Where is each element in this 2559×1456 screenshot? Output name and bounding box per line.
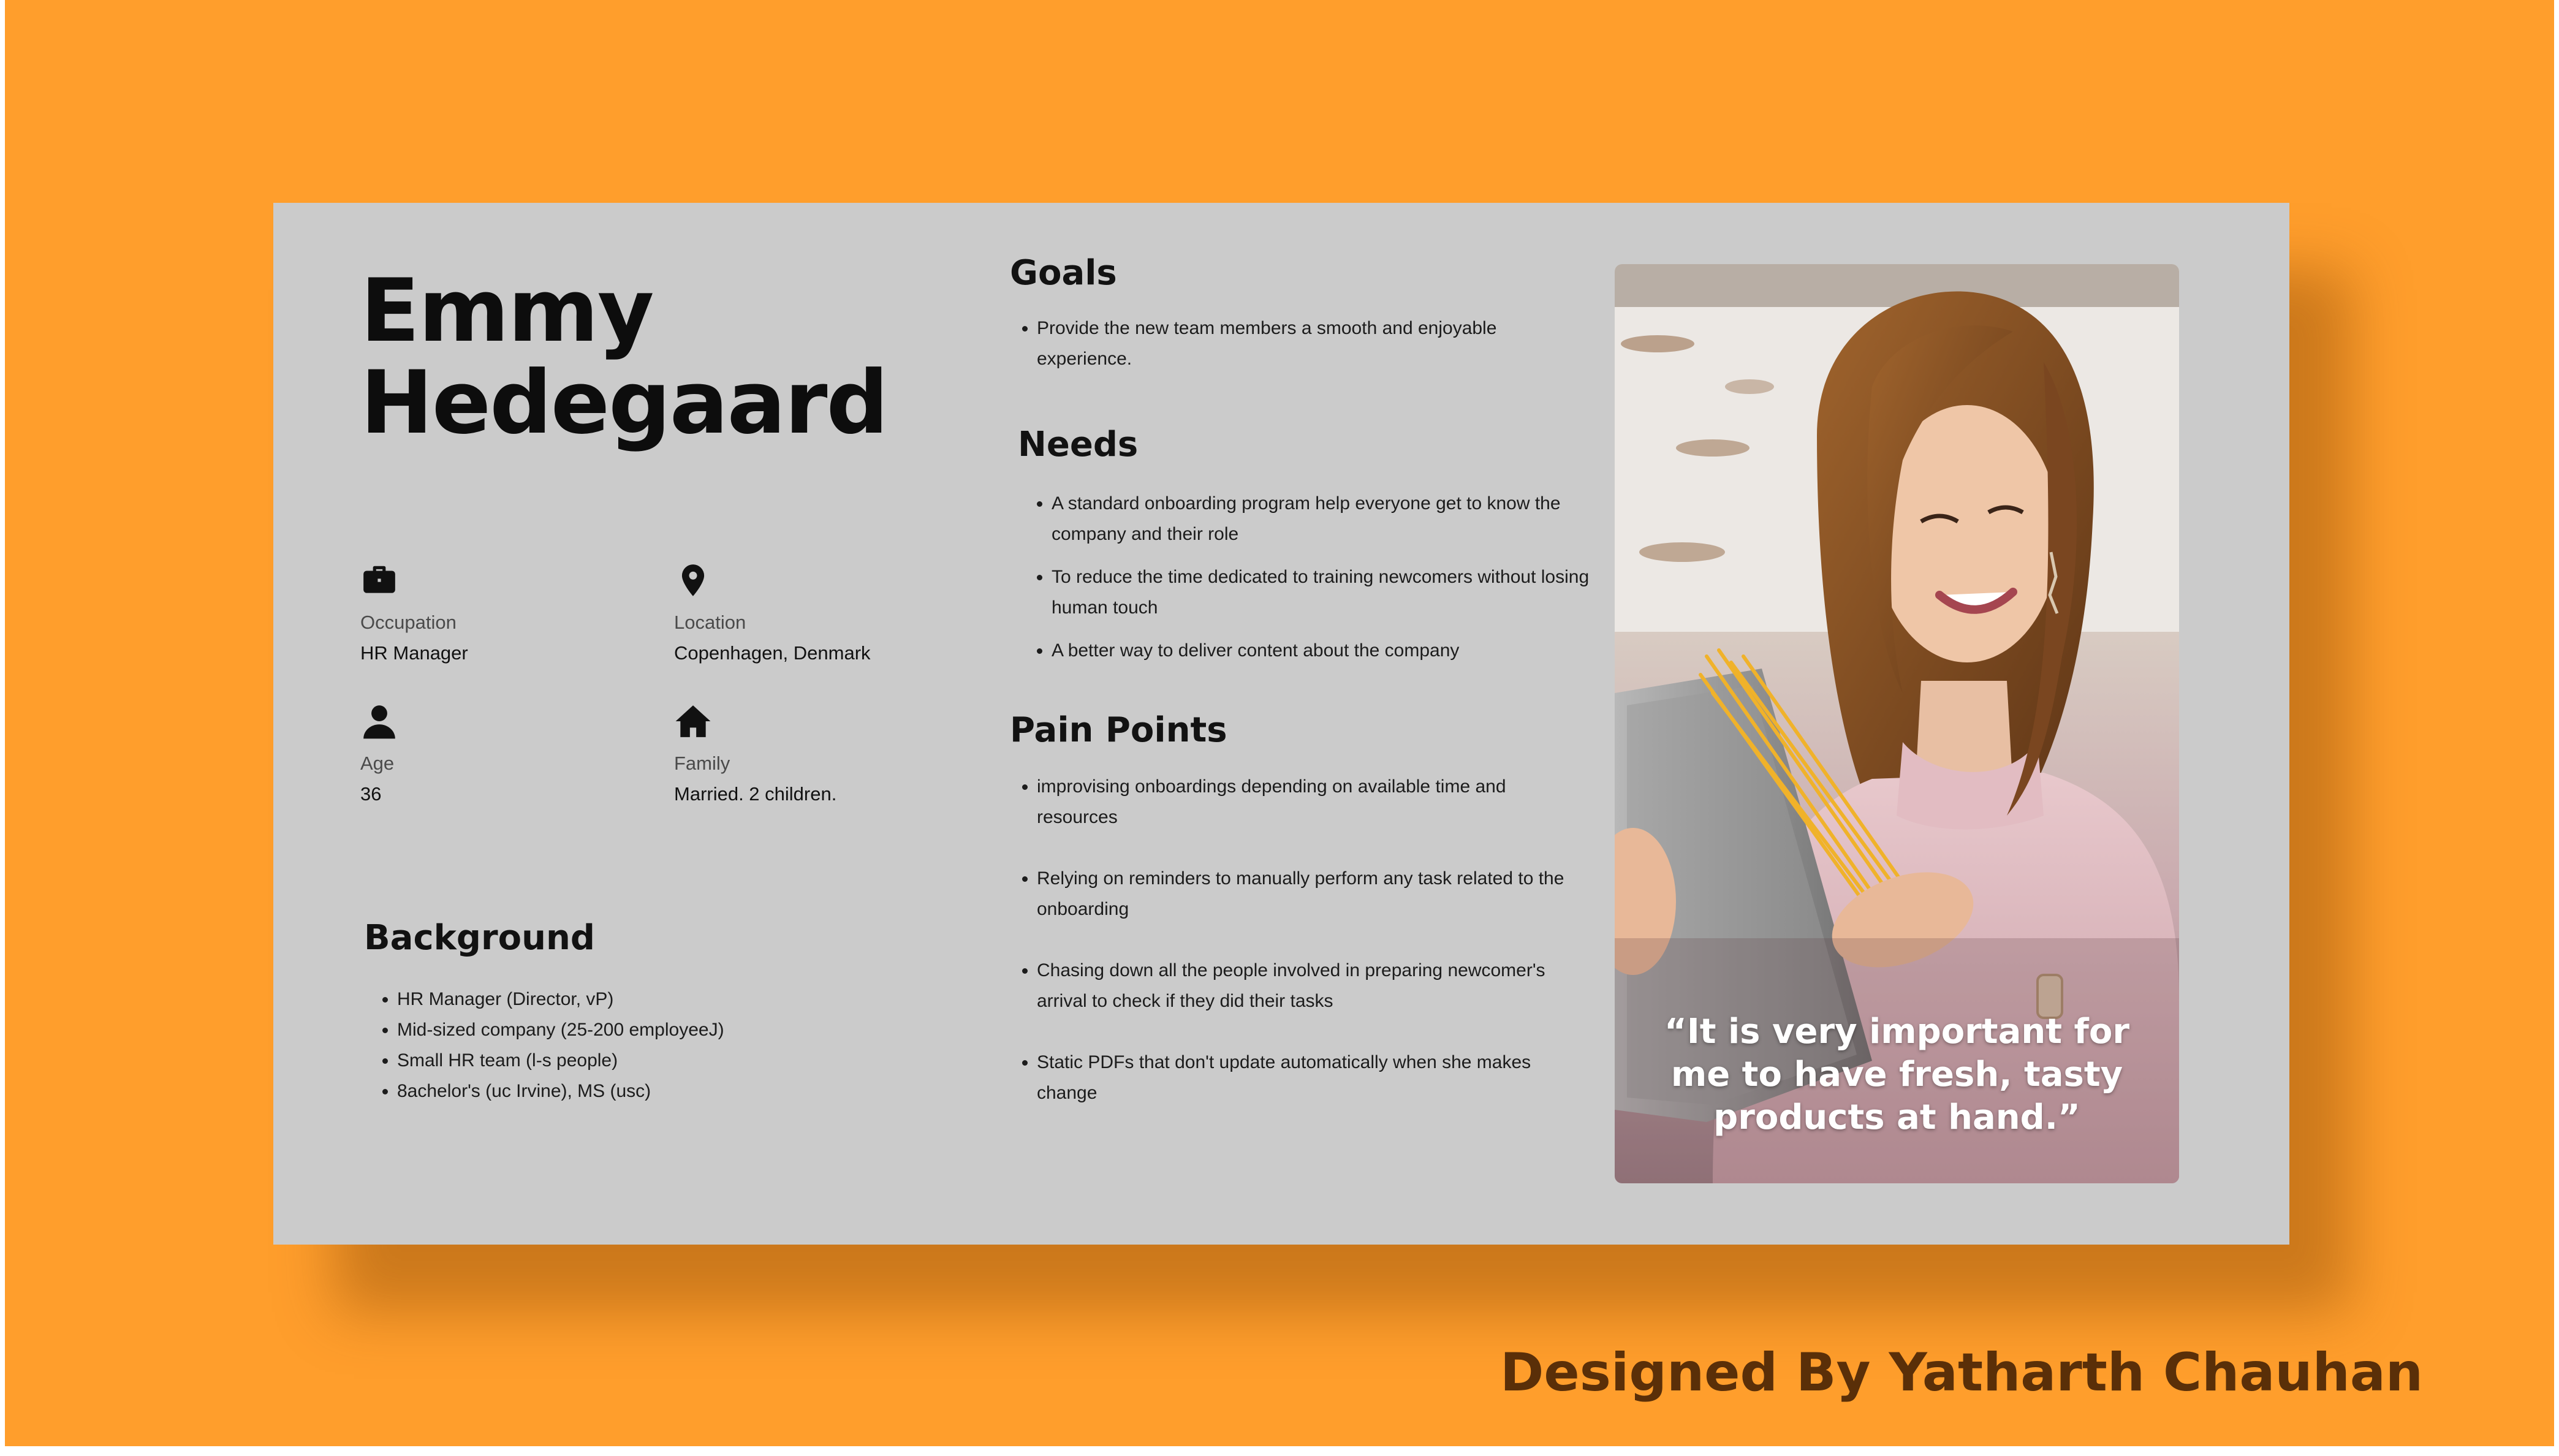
persona-photo: “It is very important for me to have fre… xyxy=(1615,264,2179,1183)
list-item: improvising onboardings depending on ava… xyxy=(1037,772,1588,833)
age-info: Age 36 xyxy=(360,702,654,805)
background-title: Background xyxy=(364,918,595,958)
list-item: 8achelor's (uc Irvine), MS (usc) xyxy=(397,1076,887,1107)
list-item: To reduce the time dedicated to training… xyxy=(1052,562,1591,623)
page-background: Emmy Hedegaard Occupation HR Manager Loc… xyxy=(5,0,2554,1446)
persona-quote: “It is very important for me to have fre… xyxy=(1664,1012,2129,1137)
occupation-info: Occupation HR Manager xyxy=(360,561,654,664)
background-list: HR Manager (Director, vP) Mid-sized comp… xyxy=(376,984,887,1107)
occupation-value: HR Manager xyxy=(360,642,468,664)
location-value: Copenhagen, Denmark xyxy=(674,642,871,664)
list-item: HR Manager (Director, vP) xyxy=(397,984,887,1015)
list-item: Provide the new team members a smooth an… xyxy=(1037,313,1558,374)
goals-list: Provide the new team members a smooth an… xyxy=(1016,313,1558,374)
pain-points-title: Pain Points xyxy=(1010,710,1227,750)
list-item: Small HR team (l-s people) xyxy=(397,1045,887,1076)
family-label: Family xyxy=(674,753,730,774)
needs-list: A standard onboarding program help every… xyxy=(1031,488,1591,666)
map-pin-icon xyxy=(681,564,705,596)
pain-points-list: improvising onboardings depending on ava… xyxy=(1016,772,1588,1109)
persona-card: Emmy Hedegaard Occupation HR Manager Loc… xyxy=(273,203,2289,1245)
list-item: A better way to deliver content about th… xyxy=(1052,635,1591,666)
home-icon xyxy=(675,705,711,737)
list-item: Mid-sized company (25-200 employeeJ) xyxy=(397,1015,887,1045)
goals-title: Goals xyxy=(1010,253,1117,293)
location-info: Location Copenhagen, Denmark xyxy=(674,561,968,664)
occupation-label: Occupation xyxy=(360,612,457,633)
age-label: Age xyxy=(360,753,395,774)
family-info: Family Married. 2 children. xyxy=(674,702,968,805)
age-value: 36 xyxy=(360,783,382,805)
briefcase-icon xyxy=(363,566,395,593)
list-item: Chasing down all the people involved in … xyxy=(1037,955,1588,1017)
location-label: Location xyxy=(674,612,746,633)
family-value: Married. 2 children. xyxy=(674,783,837,805)
person-icon xyxy=(363,705,395,739)
list-item: A standard onboarding program help every… xyxy=(1052,488,1591,550)
persona-name: Emmy Hedegaard xyxy=(360,260,889,453)
list-item: Relying on reminders to manually perform… xyxy=(1037,863,1588,925)
needs-title: Needs xyxy=(1018,425,1139,464)
designer-credit: Designed By Yatharth Chauhan xyxy=(1500,1342,2424,1403)
list-item: Static PDFs that don't update automatica… xyxy=(1037,1047,1588,1109)
